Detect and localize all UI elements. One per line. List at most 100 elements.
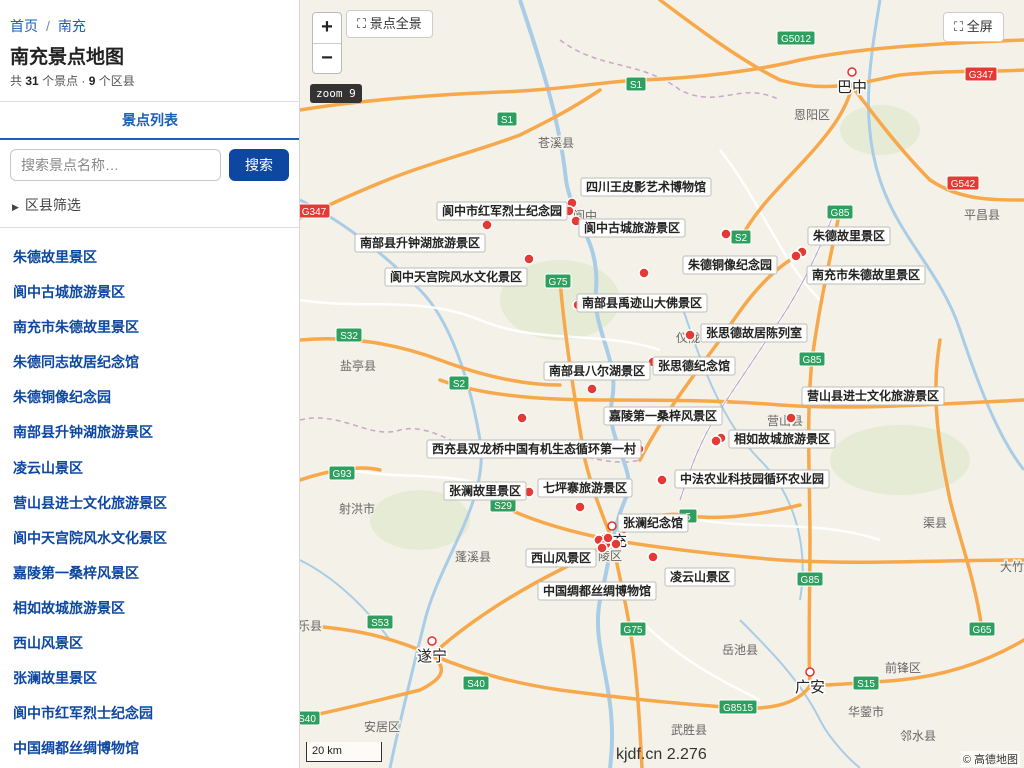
poi-label[interactable]: 南部县升钟湖旅游景区 (354, 233, 486, 253)
district-filter-label: 区县筛选 (24, 197, 81, 213)
poi-list-item[interactable]: 朱德同志故居纪念馆 (0, 345, 299, 380)
poi-list-item[interactable]: 南充市朱德故里景区 (0, 310, 299, 345)
poi-label[interactable]: 张思德纪念馆 (652, 356, 736, 376)
stats-suffix: 个区县 (98, 74, 135, 88)
city-dot (607, 521, 617, 531)
poi-list-item[interactable]: 阆中天宫院风水文化景区 (0, 521, 299, 556)
poi-marker[interactable] (596, 542, 608, 554)
zoom-control: + − (312, 12, 342, 74)
poi-label[interactable]: 西山风景区 (525, 548, 597, 568)
district-count: 9 (88, 74, 96, 88)
district-filter-toggle[interactable]: ▶ 区县筛选 (12, 195, 81, 215)
zoom-in-button[interactable]: + (313, 13, 341, 43)
breadcrumb-separator: / (46, 18, 50, 34)
road-shield-label: G347 (969, 70, 994, 81)
poi-marker[interactable] (574, 501, 586, 513)
zoom-out-button[interactable]: − (313, 43, 341, 73)
poi-list-item[interactable]: 阆中市红军烈士纪念园 (0, 696, 299, 731)
tab-poi-list[interactable]: 景点列表 (0, 102, 299, 140)
road-shield-label: G93 (333, 469, 352, 480)
breadcrumb-current[interactable]: 南充 (58, 18, 86, 34)
poi-label[interactable]: 相如故城旅游景区 (728, 429, 836, 449)
poi-label[interactable]: 南部县八尔湖景区 (543, 361, 651, 381)
divider (0, 227, 299, 228)
poi-marker[interactable] (710, 435, 722, 447)
road-shield-label: G542 (951, 179, 976, 190)
fullscreen-button[interactable]: ⛶ 全屏 (943, 12, 1004, 42)
poi-marker[interactable] (790, 250, 802, 262)
poi-list-item[interactable]: 西山风景区 (0, 626, 299, 661)
poi-label-text: 朱德故里景区 (813, 228, 885, 243)
poi-label[interactable]: 朱德铜像纪念园 (682, 255, 778, 275)
breadcrumb-home[interactable]: 首页 (10, 18, 38, 34)
poi-label-text: 中法农业科技园循环农业园 (680, 471, 824, 486)
poi-label-text: 张澜纪念馆 (623, 515, 683, 530)
poi-marker[interactable] (638, 267, 650, 279)
poi-marker[interactable] (523, 253, 535, 265)
poi-marker[interactable] (647, 551, 659, 563)
poi-label[interactable]: 嘉陵第一桑梓风景区 (603, 406, 723, 426)
poi-label[interactable]: 阆中市红军烈士纪念园 (436, 201, 568, 221)
poi-list-item[interactable]: 张澜故里景区 (0, 661, 299, 696)
poi-list-item[interactable]: 营山县进士文化旅游景区 (0, 486, 299, 521)
road-shield-label: S29 (494, 501, 512, 512)
poi-label[interactable]: 中法农业科技园循环农业园 (674, 469, 830, 489)
road-shield: S15 (852, 675, 880, 691)
poi-list-item[interactable]: 嘉陵第一桑梓风景区 (0, 556, 299, 591)
poi-list-item[interactable]: 凌云山景区 (0, 451, 299, 486)
poi-marker[interactable] (720, 228, 732, 240)
poi-list-item[interactable]: 朱德铜像纪念园 (0, 380, 299, 415)
poi-marker[interactable] (516, 412, 528, 424)
road-shield-label: S40 (300, 714, 316, 725)
poi-marker[interactable] (586, 383, 598, 395)
poi-list-item[interactable]: 南部县升钟湖旅游景区 (0, 415, 299, 450)
poi-label[interactable]: 西充县双龙桥中国有机生态循环第一村 (426, 439, 642, 459)
poi-label[interactable]: 南充市朱德故里景区 (806, 265, 926, 285)
search-button[interactable]: 搜索 (229, 149, 289, 181)
poi-label[interactable]: 四川王皮影艺术博物馆 (580, 177, 712, 197)
town-label: 苍溪县 (538, 136, 574, 150)
poi-label-text: 西山风景区 (531, 550, 591, 565)
poi-label[interactable]: 中国绸都丝绸博物馆 (537, 581, 657, 601)
road-shield: G85 (796, 571, 824, 587)
show-all-pois-button[interactable]: ⛶ 景点全景 (346, 10, 433, 38)
poi-label[interactable]: 阆中古城旅游景区 (578, 218, 686, 238)
road-shield: G75 (544, 273, 572, 289)
breadcrumb: 首页 / 南充 (10, 16, 86, 36)
search-input[interactable] (10, 149, 221, 181)
poi-list-item[interactable]: 相如故城旅游景区 (0, 591, 299, 626)
expand-icon: ⛶ (357, 16, 367, 31)
stats-summary: 共 31 个景点 · 9 个区县 (10, 72, 135, 89)
scale-bar: 20 km (306, 742, 382, 762)
poi-label-text: 张思德故居陈列室 (706, 325, 802, 340)
poi-label[interactable]: 南部县禹迹山大佛景区 (576, 293, 708, 313)
poi-label[interactable]: 张澜故里景区 (443, 481, 527, 501)
road-shield-label: G75 (549, 277, 568, 288)
poi-marker[interactable] (602, 532, 614, 544)
poi-label[interactable]: 阆中天宫院风水文化景区 (384, 267, 528, 287)
poi-label[interactable]: 凌云山景区 (664, 567, 736, 587)
poi-list-item[interactable]: 阆中古城旅游景区 (0, 275, 299, 310)
town-label: 邻水县 (900, 729, 936, 743)
poi-label[interactable]: 七坪寨旅游景区 (537, 478, 633, 498)
city-dot (427, 636, 437, 646)
poi-label[interactable]: 营山县进士文化旅游景区 (801, 386, 945, 406)
poi-label-text: 凌云山景区 (670, 569, 730, 584)
poi-label[interactable]: 朱德故里景区 (807, 226, 891, 246)
town-label: 射洪市 (339, 501, 375, 516)
poi-marker[interactable] (785, 412, 797, 424)
map[interactable]: 恩阳区苍溪县平昌县阆中盐亭县仪陇营山县射洪市蓬溪县渠县岳池县前锋区华蓥市安居区武… (300, 0, 1024, 768)
road-shield: G347 (300, 203, 331, 219)
poi-label[interactable]: 张思德故居陈列室 (700, 323, 808, 343)
city-label: 遂宁 (417, 648, 447, 665)
poi-list-item[interactable]: 中国绸都丝绸博物馆 (0, 731, 299, 766)
poi-label-text: 阆中市红军烈士纪念园 (442, 203, 562, 218)
poi-label-text: 阆中天宫院风水文化景区 (390, 269, 522, 284)
poi-marker[interactable] (656, 474, 668, 486)
poi-list-item[interactable]: 朱德故里景区 (0, 240, 299, 275)
poi-marker[interactable] (481, 219, 493, 231)
poi-marker[interactable] (684, 329, 696, 341)
road-shield: G85 (826, 204, 854, 220)
poi-label[interactable]: 张澜纪念馆 (617, 513, 689, 533)
map-attribution[interactable]: © 高德地图 (960, 751, 1020, 767)
